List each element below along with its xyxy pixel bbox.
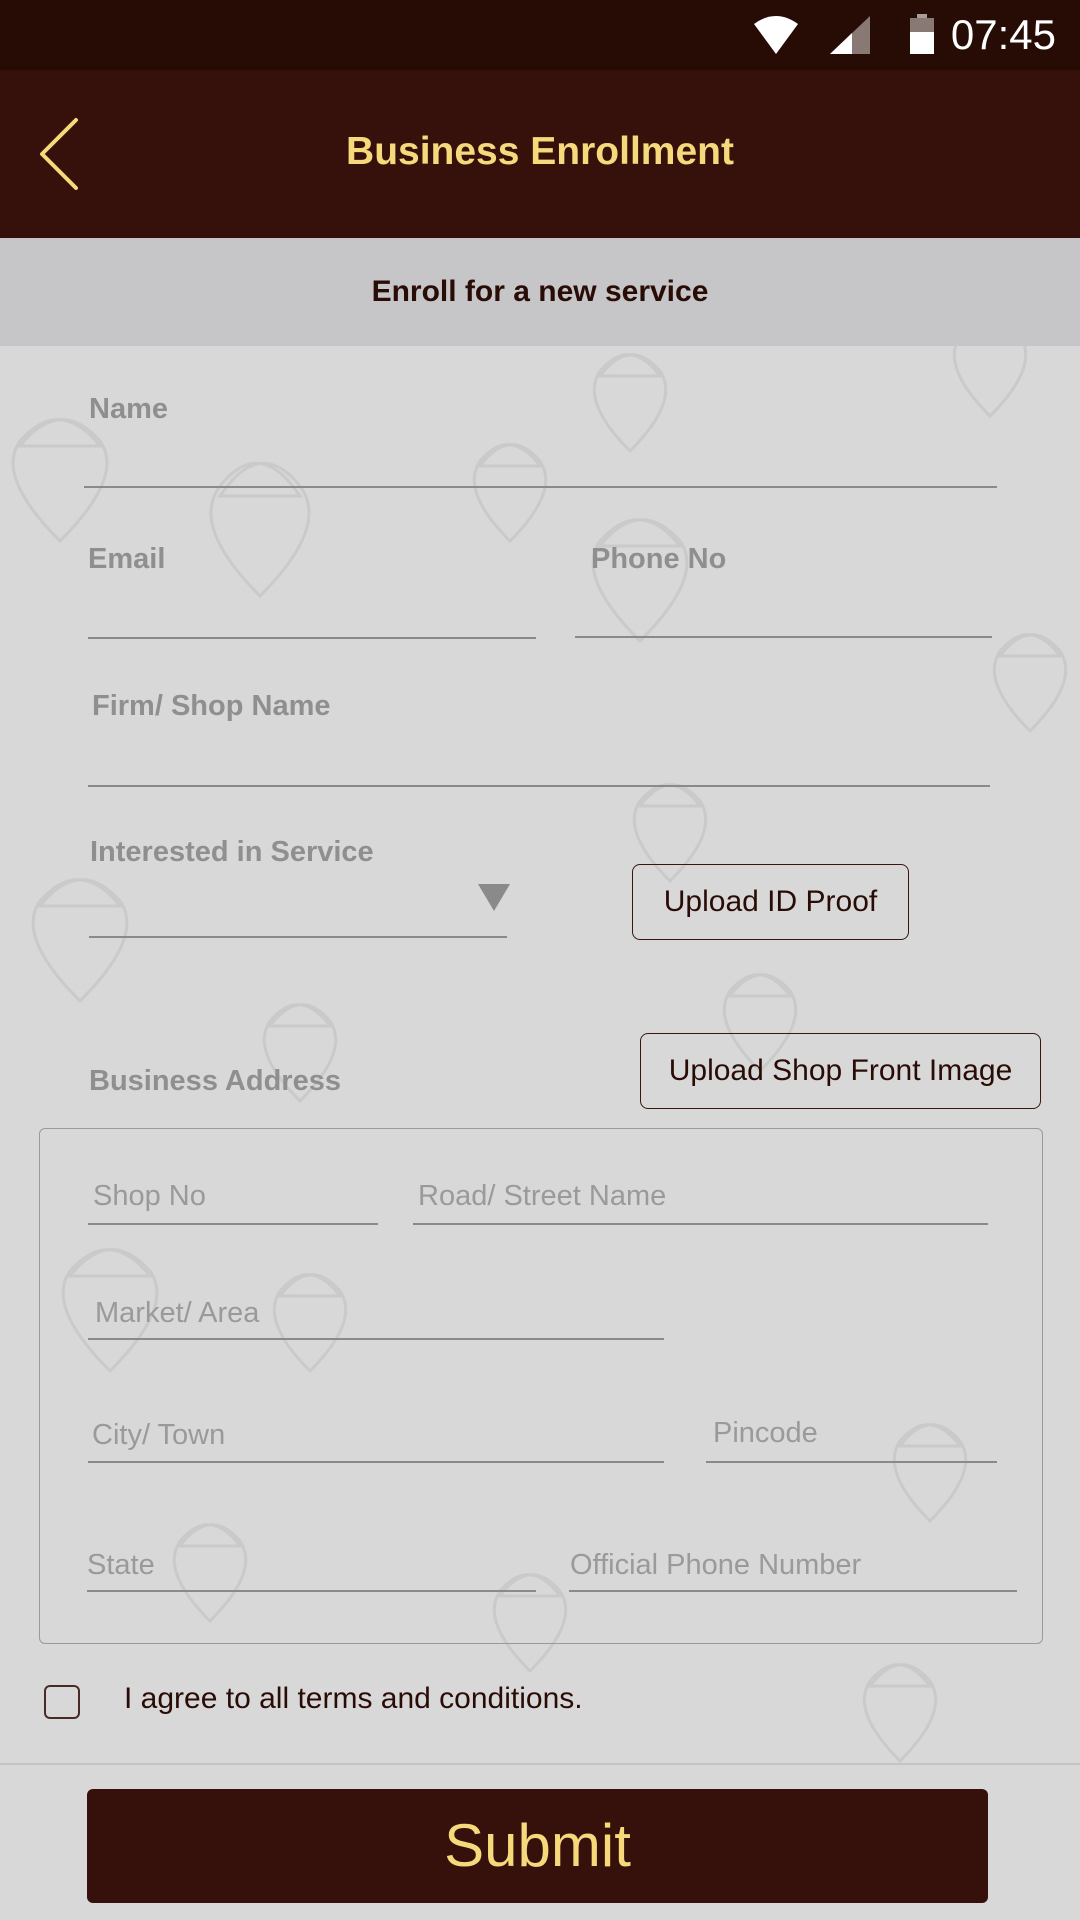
road-street-input[interactable]: Road/ Street Name — [418, 1180, 666, 1213]
pincode-input[interactable]: Pincode — [713, 1417, 818, 1450]
business-address-label: Business Address — [89, 1065, 341, 1097]
official-phone-input[interactable]: Official Phone Number — [570, 1549, 861, 1582]
phone-input[interactable] — [575, 570, 992, 640]
firm-input[interactable] — [88, 716, 990, 786]
official-phone-underline — [569, 1590, 1017, 1592]
service-dropdown[interactable] — [89, 866, 507, 936]
service-underline — [89, 936, 507, 938]
signal-icon — [830, 16, 870, 54]
upload-id-proof-button[interactable]: Upload ID Proof — [632, 864, 909, 940]
terms-label[interactable]: I agree to all terms and conditions. — [124, 1682, 583, 1716]
firm-underline — [88, 785, 990, 787]
wifi-icon — [754, 16, 798, 54]
name-underline — [84, 486, 997, 488]
app-bar: Business Enrollment — [0, 70, 1080, 238]
email-underline — [88, 637, 536, 639]
status-bar: 07:45 — [0, 0, 1080, 70]
phone-underline — [575, 636, 992, 638]
shop-no-input[interactable]: Shop No — [93, 1180, 206, 1213]
state-underline — [87, 1590, 536, 1592]
page-title: Business Enrollment — [346, 130, 734, 173]
divider — [0, 1763, 1080, 1765]
dropdown-arrow-icon — [478, 884, 510, 911]
status-time: 07:45 — [950, 11, 1056, 58]
state-input[interactable]: State — [87, 1549, 155, 1582]
city-town-underline — [88, 1461, 664, 1463]
battery-icon — [910, 14, 934, 54]
upload-shop-front-image-button[interactable]: Upload Shop Front Image — [640, 1033, 1041, 1109]
pincode-underline — [706, 1461, 997, 1463]
city-town-input[interactable]: City/ Town — [92, 1419, 225, 1452]
submit-button[interactable]: Submit — [87, 1789, 988, 1903]
road-street-underline — [413, 1223, 988, 1225]
section-subheader: Enroll for a new service — [0, 238, 1080, 346]
market-area-input[interactable]: Market/ Area — [95, 1297, 259, 1330]
name-input[interactable] — [84, 420, 997, 490]
email-input[interactable] — [88, 570, 536, 640]
market-area-underline — [88, 1338, 664, 1340]
service-label: Interested in Service — [90, 836, 374, 868]
shop-no-underline — [88, 1223, 378, 1225]
terms-checkbox[interactable] — [44, 1685, 80, 1719]
